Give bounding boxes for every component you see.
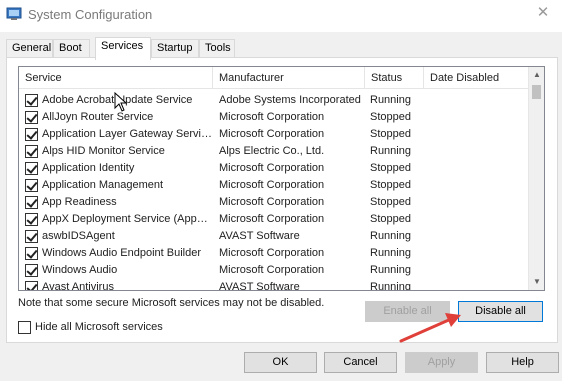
- scroll-down-icon[interactable]: ▼: [529, 274, 544, 290]
- service-status: Stopped: [370, 179, 411, 191]
- msconfig-icon: [6, 7, 22, 20]
- service-row[interactable]: Adobe Acrobat Update Service Adobe System…: [19, 92, 529, 109]
- column-header-status[interactable]: Status: [365, 67, 424, 89]
- service-row[interactable]: AppX Deployment Service (AppX... Microsof…: [19, 211, 529, 228]
- service-manufacturer: Microsoft Corporation: [219, 128, 325, 140]
- service-status: Stopped: [370, 162, 411, 174]
- service-status: Stopped: [370, 128, 411, 140]
- service-status: Running: [370, 230, 411, 242]
- service-checkbox[interactable]: [25, 111, 38, 124]
- service-name: Windows Audio: [42, 264, 118, 276]
- column-header-date-disabled[interactable]: Date Disabled: [424, 67, 529, 89]
- mouse-cursor-icon: [114, 92, 128, 112]
- service-status: Running: [370, 247, 411, 259]
- service-manufacturer: AVAST Software: [219, 281, 300, 291]
- service-row[interactable]: Windows Audio Endpoint Builder Microsoft …: [19, 245, 529, 262]
- services-list[interactable]: Service Manufacturer Status Date Disable…: [18, 66, 545, 291]
- service-row[interactable]: Application Layer Gateway Service Microso…: [19, 126, 529, 143]
- service-name: Application Layer Gateway Service: [42, 128, 212, 140]
- service-manufacturer: Adobe Systems Incorporated: [219, 94, 361, 106]
- hide-microsoft-services-checkbox[interactable]: [18, 321, 31, 334]
- list-header: Service Manufacturer Status Date Disable…: [19, 67, 529, 89]
- service-status: Stopped: [370, 111, 411, 123]
- service-status: Running: [370, 94, 411, 106]
- service-name: Avast Antivirus: [42, 281, 114, 291]
- service-checkbox[interactable]: [25, 94, 38, 107]
- service-name: Alps HID Monitor Service: [42, 145, 165, 157]
- service-row[interactable]: AllJoyn Router Service Microsoft Corporat…: [19, 109, 529, 126]
- scroll-up-icon[interactable]: ▲: [529, 67, 544, 83]
- service-name: Application Identity: [42, 162, 135, 174]
- service-checkbox[interactable]: [25, 230, 38, 243]
- tab-tools[interactable]: Tools: [199, 39, 235, 59]
- service-row[interactable]: Windows Audio Microsoft Corporation Runnin…: [19, 262, 529, 279]
- service-name: Application Management: [42, 179, 164, 191]
- service-manufacturer: Microsoft Corporation: [219, 111, 325, 123]
- help-button[interactable]: Help: [486, 352, 559, 373]
- service-checkbox[interactable]: [25, 128, 38, 141]
- service-checkbox[interactable]: [25, 162, 38, 175]
- service-rows: Adobe Acrobat Update Service Adobe System…: [19, 92, 529, 291]
- column-header-service[interactable]: Service: [19, 67, 213, 89]
- hide-microsoft-services-label: Hide all Microsoft services: [35, 321, 163, 333]
- apply-button[interactable]: Apply: [405, 352, 478, 373]
- service-status: Running: [370, 145, 411, 157]
- service-row[interactable]: Application Identity Microsoft Corporatio…: [19, 160, 529, 177]
- secure-services-note: Note that some secure Microsoft services…: [18, 297, 325, 309]
- service-checkbox[interactable]: [25, 145, 38, 158]
- service-manufacturer: Alps Electric Co., Ltd.: [219, 145, 325, 157]
- close-icon[interactable]: ✕: [534, 4, 552, 22]
- service-checkbox[interactable]: [25, 179, 38, 192]
- service-manufacturer: Microsoft Corporation: [219, 196, 325, 208]
- service-checkbox[interactable]: [25, 213, 38, 226]
- service-manufacturer: Microsoft Corporation: [219, 213, 325, 225]
- cancel-button[interactable]: Cancel: [324, 352, 397, 373]
- service-row[interactable]: App Readiness Microsoft Corporation Stoppe…: [19, 194, 529, 211]
- disable-all-button[interactable]: Disable all: [458, 301, 543, 322]
- service-status: Stopped: [370, 213, 411, 225]
- tab-services[interactable]: Services: [95, 37, 151, 60]
- service-manufacturer: Microsoft Corporation: [219, 264, 325, 276]
- tab-startup[interactable]: Startup: [151, 39, 199, 59]
- service-row[interactable]: aswbIDSAgent AVAST Software Running: [19, 228, 529, 245]
- service-checkbox[interactable]: [25, 281, 38, 290]
- column-header-manufacturer[interactable]: Manufacturer: [213, 67, 365, 89]
- tab-general[interactable]: General: [6, 39, 53, 59]
- service-name: App Readiness: [42, 196, 117, 208]
- vertical-scrollbar[interactable]: ▲ ▼: [528, 67, 544, 290]
- service-row[interactable]: Alps HID Monitor Service Alps Electric Co…: [19, 143, 529, 160]
- service-manufacturer: Microsoft Corporation: [219, 179, 325, 191]
- service-manufacturer: AVAST Software: [219, 230, 300, 242]
- title-bar: System Configuration ✕: [0, 0, 562, 32]
- window-title: System Configuration: [28, 7, 153, 22]
- service-manufacturer: Microsoft Corporation: [219, 162, 325, 174]
- service-name: AllJoyn Router Service: [42, 111, 154, 123]
- service-row[interactable]: Application Management Microsoft Corporat…: [19, 177, 529, 194]
- service-name: AppX Deployment Service (AppX...: [42, 213, 212, 225]
- service-name: Windows Audio Endpoint Builder: [42, 247, 201, 259]
- scroll-thumb[interactable]: [532, 85, 541, 99]
- service-status: Running: [370, 264, 411, 276]
- service-row[interactable]: Avast Antivirus AVAST Software Running: [19, 279, 529, 291]
- service-checkbox[interactable]: [25, 247, 38, 260]
- services-tab-panel: Service Manufacturer Status Date Disable…: [6, 57, 558, 343]
- service-name: aswbIDSAgent: [42, 230, 115, 242]
- service-checkbox[interactable]: [25, 196, 38, 209]
- tab-boot[interactable]: Boot: [53, 39, 90, 59]
- service-manufacturer: Microsoft Corporation: [219, 247, 325, 259]
- ok-button[interactable]: OK: [244, 352, 317, 373]
- service-status: Running: [370, 281, 411, 291]
- service-status: Stopped: [370, 196, 411, 208]
- service-checkbox[interactable]: [25, 264, 38, 277]
- annotation-arrow-icon: [399, 313, 461, 343]
